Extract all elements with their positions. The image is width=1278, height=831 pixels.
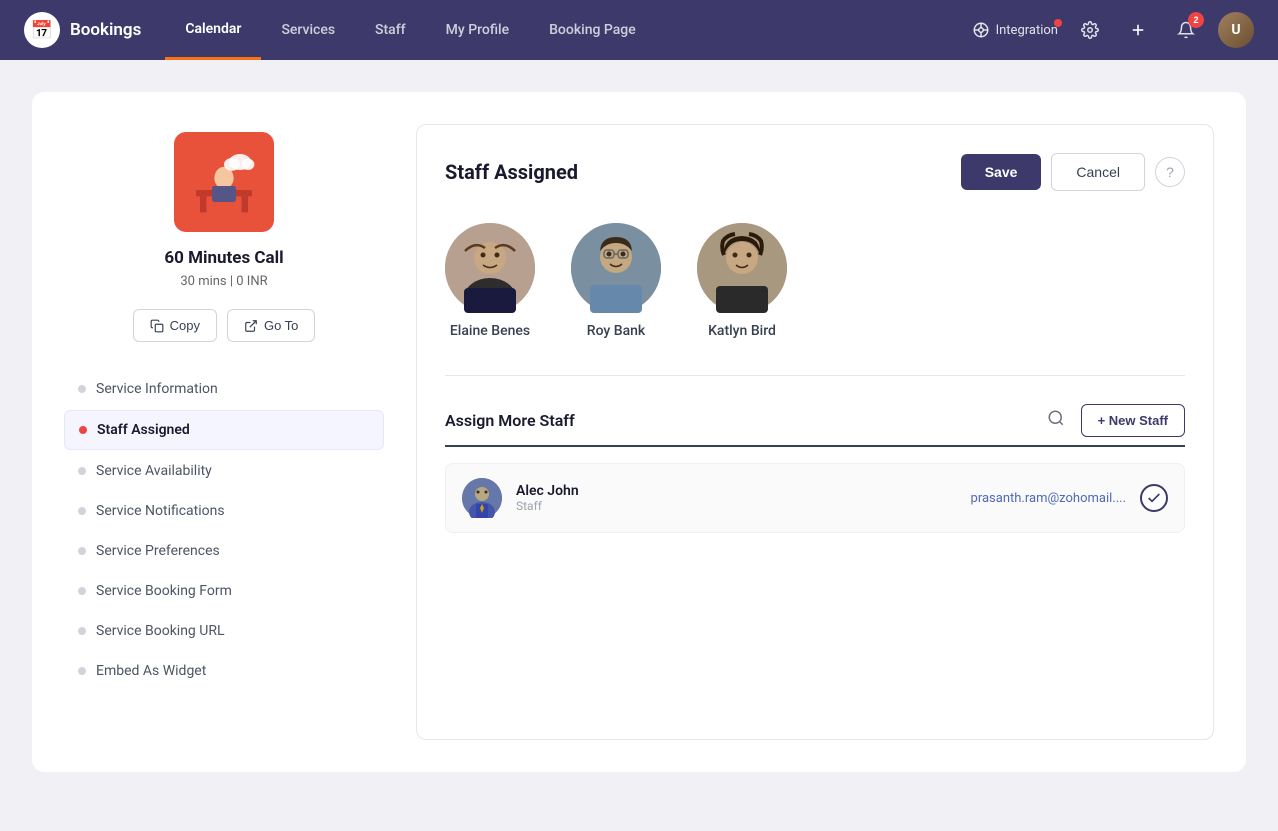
sidebar-item-label: Service Booking Form (96, 583, 232, 599)
staff-name-roy: Roy Bank (587, 323, 645, 339)
nav-links: Calendar Services Staff My Profile Booki… (165, 0, 963, 60)
staff-card-katlyn: Katlyn Bird (697, 223, 787, 339)
action-buttons: Copy Go To (133, 309, 316, 342)
goto-label: Go To (264, 318, 298, 333)
dot-icon (78, 627, 86, 635)
sidebar-item-service-availability[interactable]: Service Availability (64, 452, 384, 490)
integration-link[interactable]: Integration (972, 21, 1058, 39)
brand[interactable]: 📅 Bookings (24, 12, 141, 48)
nav-calendar[interactable]: Calendar (165, 0, 261, 60)
staff-card-elaine: Elaine Benes (445, 223, 535, 339)
assigned-staff-list: Elaine Benes (445, 215, 1185, 347)
header-actions: Save Cancel ? (961, 153, 1185, 191)
integration-icon (972, 21, 990, 39)
navbar: 📅 Bookings Calendar Services Staff My Pr… (0, 0, 1278, 60)
dot-icon (78, 667, 86, 675)
dot-icon (78, 385, 86, 393)
notification-badge: 2 (1188, 12, 1204, 28)
staff-card-roy: Roy Bank (571, 223, 661, 339)
sidebar-item-service-booking-url[interactable]: Service Booking URL (64, 612, 384, 650)
sidebar-item-label: Service Availability (96, 463, 212, 479)
check-icon (1146, 490, 1162, 506)
nav-services[interactable]: Services (261, 0, 355, 60)
sidebar-item-service-information[interactable]: Service Information (64, 370, 384, 408)
dot-icon (79, 426, 87, 434)
integration-dot (1054, 19, 1062, 27)
new-staff-button[interactable]: + New Staff (1081, 404, 1185, 437)
nav-myprofile[interactable]: My Profile (426, 0, 529, 60)
staff-name-alec: Alec John (516, 483, 971, 499)
assign-actions: + New Staff (1043, 404, 1185, 437)
nav-right: Integration 2 U (972, 12, 1254, 48)
copy-button[interactable]: Copy (133, 309, 217, 342)
right-panel: Staff Assigned Save Cancel ? (416, 124, 1214, 740)
sidebar-item-staff-assigned[interactable]: Staff Assigned (64, 410, 384, 450)
staff-avatar-elaine (445, 223, 535, 313)
staff-avatar-roy (571, 223, 661, 313)
sidebar-item-label: Embed As Widget (96, 663, 206, 679)
settings-button[interactable] (1074, 14, 1106, 46)
help-button[interactable]: ? (1155, 157, 1185, 187)
brand-label: Bookings (70, 20, 141, 40)
search-staff-button[interactable] (1043, 405, 1069, 436)
sidebar-item-label: Service Booking URL (96, 623, 225, 639)
assign-title: Assign More Staff (445, 411, 575, 430)
sidebar-item-label: Service Information (96, 381, 218, 397)
staff-name-katlyn: Katlyn Bird (708, 323, 776, 339)
nav-bookingpage[interactable]: Booking Page (529, 0, 656, 60)
service-title: 60 Minutes Call (164, 248, 283, 268)
sidebar-item-service-notifications[interactable]: Service Notifications (64, 492, 384, 530)
staff-avatar-katlyn (697, 223, 787, 313)
cancel-button[interactable]: Cancel (1051, 153, 1145, 191)
gear-icon (1081, 21, 1099, 39)
left-panel: 60 Minutes Call 30 mins | 0 INR Copy Go … (64, 124, 384, 740)
copy-icon (150, 319, 164, 333)
assign-header: Assign More Staff + New Staff (445, 404, 1185, 447)
copy-label: Copy (170, 318, 200, 333)
brand-icon: 📅 (24, 12, 60, 48)
staff-role-alec: Staff (516, 499, 971, 513)
staff-row-avatar-alec (462, 478, 502, 518)
assign-more-section: Assign More Staff + New Staff (445, 404, 1185, 533)
goto-button[interactable]: Go To (227, 309, 315, 342)
add-button[interactable] (1122, 14, 1154, 46)
panel-title: Staff Assigned (445, 160, 578, 184)
sidebar-item-service-preferences[interactable]: Service Preferences (64, 532, 384, 570)
service-illustration (184, 142, 264, 222)
dot-icon (78, 587, 86, 595)
service-meta: 30 mins | 0 INR (180, 274, 267, 289)
staff-row-info-alec: Alec John Staff (516, 483, 971, 513)
sidebar-item-label: Service Notifications (96, 503, 225, 519)
staff-name-elaine: Elaine Benes (450, 323, 530, 339)
external-link-icon (244, 319, 258, 333)
search-icon (1047, 409, 1065, 427)
notifications-button[interactable]: 2 (1170, 14, 1202, 46)
plus-icon (1129, 21, 1147, 39)
dot-icon (78, 507, 86, 515)
integration-label: Integration (996, 23, 1058, 38)
staff-check-alec[interactable] (1140, 484, 1168, 512)
sidebar-item-label: Staff Assigned (97, 422, 190, 438)
divider (445, 375, 1185, 376)
nav-staff[interactable]: Staff (355, 0, 426, 60)
main-content: 60 Minutes Call 30 mins | 0 INR Copy Go … (0, 60, 1278, 831)
dot-icon (78, 547, 86, 555)
panel-header: Staff Assigned Save Cancel ? (445, 153, 1185, 191)
sidebar-menu: Service Information Staff Assigned Servi… (64, 370, 384, 692)
save-button[interactable]: Save (961, 154, 1042, 190)
sidebar-item-label: Service Preferences (96, 543, 220, 559)
service-image (174, 132, 274, 232)
content-card: 60 Minutes Call 30 mins | 0 INR Copy Go … (32, 92, 1246, 772)
staff-email-alec: prasanth.ram@zohomail.... (971, 491, 1126, 506)
user-avatar[interactable]: U (1218, 12, 1254, 48)
dot-icon (78, 467, 86, 475)
staff-row-alec: Alec John Staff prasanth.ram@zohomail...… (445, 463, 1185, 533)
sidebar-item-service-booking-form[interactable]: Service Booking Form (64, 572, 384, 610)
sidebar-item-embed-as-widget[interactable]: Embed As Widget (64, 652, 384, 690)
